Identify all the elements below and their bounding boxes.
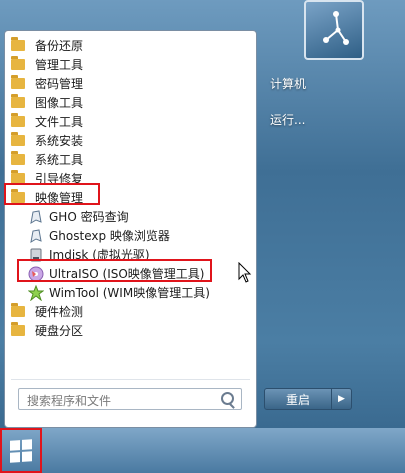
program-item-boot-repair[interactable]: 引导修复 [11, 169, 83, 188]
ultraiso-icon [28, 266, 44, 282]
program-item-label: 备份还原 [35, 39, 84, 53]
program-item-label: UltraISO (ISO映像管理工具) [49, 267, 205, 281]
taskbar [0, 428, 405, 473]
folder-icon [11, 170, 25, 184]
program-item-label: WimTool (WIM映像管理工具) [49, 286, 210, 300]
divider [11, 379, 250, 380]
user-picture-tile[interactable] [304, 0, 364, 60]
folder-icon [11, 94, 25, 108]
program-item-disk-partition[interactable]: 硬盘分区 [11, 321, 83, 340]
program-item-wimtool[interactable]: WimTool (WIM映像管理工具) [28, 283, 210, 302]
program-item-label: 硬件检测 [35, 305, 84, 319]
program-item-backup[interactable]: 备份还原 [11, 36, 83, 55]
program-item-password[interactable]: 密码管理 [11, 74, 83, 93]
program-item-label: 引导修复 [35, 172, 84, 186]
chevron-right-icon: ▶ [338, 394, 345, 404]
network-icon [323, 11, 349, 45]
program-item-label: GHO 密码查询 [49, 210, 129, 224]
program-item-label: 映像管理 [35, 191, 84, 205]
program-item-label: 系统安装 [35, 134, 84, 148]
folder-icon [11, 56, 25, 70]
program-item-image-tools[interactable]: 图像工具 [11, 93, 83, 112]
program-item-label: Ghostexp 映像浏览器 [49, 229, 170, 243]
program-item-label: 图像工具 [35, 96, 84, 110]
program-item-ultraiso[interactable]: UltraISO (ISO映像管理工具) [28, 264, 205, 283]
programs-panel: 备份还原 管理工具 密码管理 图像工具 文件工具 系统安装 系统工具 引导修复 … [4, 30, 257, 428]
disk-icon [28, 247, 44, 263]
program-item-system-tools[interactable]: 系统工具 [11, 150, 83, 169]
folder-icon [11, 113, 25, 127]
program-item-label: 管理工具 [35, 58, 84, 72]
folder-icon [11, 322, 25, 336]
program-item-label: 密码管理 [35, 77, 84, 91]
program-item-label: 文件工具 [35, 115, 84, 129]
folder-icon [11, 303, 25, 317]
folder-icon [11, 151, 25, 165]
program-item-label: 硬盘分区 [35, 324, 84, 338]
program-item-imdisk[interactable]: Imdisk (虚拟光驱) [28, 245, 150, 264]
restart-button[interactable]: 重启 [264, 388, 332, 410]
program-item-ghostexp[interactable]: Ghostexp 映像浏览器 [28, 226, 170, 245]
windows-logo-icon [10, 438, 32, 463]
restart-options-button[interactable]: ▶ [332, 388, 352, 410]
program-item-label: Imdisk (虚拟光驱) [49, 248, 150, 262]
ghost-icon [28, 228, 44, 244]
folder-icon [11, 37, 25, 51]
run-link[interactable]: 运行... [270, 111, 305, 128]
program-item-admin-tools[interactable]: 管理工具 [11, 55, 83, 74]
program-item-label: 系统工具 [35, 153, 84, 167]
search-icon [221, 392, 234, 405]
search-placeholder: 搜索程序和文件 [27, 394, 112, 408]
folder-icon [11, 75, 25, 89]
program-item-system-install[interactable]: 系统安装 [11, 131, 83, 150]
folder-icon [11, 132, 25, 146]
start-button[interactable] [0, 428, 42, 473]
ghost-icon [28, 209, 44, 225]
search-input[interactable]: 搜索程序和文件 [18, 388, 242, 410]
program-item-gho-password[interactable]: GHO 密码查询 [28, 207, 129, 226]
program-item-hardware-detect[interactable]: 硬件检测 [11, 302, 83, 321]
wimtool-icon [28, 284, 44, 301]
folder-icon [11, 189, 25, 203]
computer-link[interactable]: 计算机 [270, 75, 306, 92]
start-menu: 备份还原 管理工具 密码管理 图像工具 文件工具 系统安装 系统工具 引导修复 … [0, 0, 405, 428]
program-item-file-tools[interactable]: 文件工具 [11, 112, 83, 131]
program-item-image-management[interactable]: 映像管理 [11, 188, 83, 207]
mouse-cursor-icon [238, 262, 252, 283]
